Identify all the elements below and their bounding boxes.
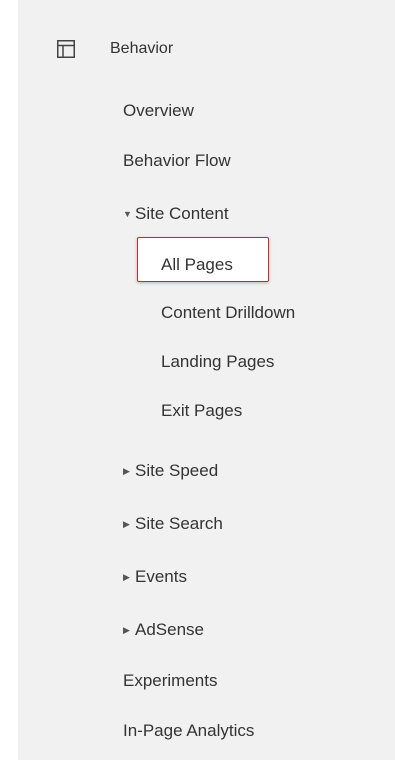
expanded-arrow-icon: ▼ <box>123 209 132 219</box>
menu-item-site-content[interactable]: ▼ Site Content <box>123 204 229 224</box>
sidebar-panel <box>18 0 395 760</box>
section-title-behavior[interactable]: Behavior <box>110 39 173 59</box>
collapsed-arrow-icon: ▶ <box>123 519 130 529</box>
menu-item-landing-pages[interactable]: Landing Pages <box>161 352 274 372</box>
collapsed-arrow-icon: ▶ <box>123 572 130 582</box>
menu-item-behavior-flow[interactable]: Behavior Flow <box>123 151 231 171</box>
collapsed-arrow-icon: ▶ <box>123 625 130 635</box>
menu-item-in-page-analytics[interactable]: In-Page Analytics <box>123 721 254 741</box>
menu-item-adsense[interactable]: ▶ AdSense <box>123 620 204 640</box>
menu-item-label: Site Search <box>135 514 223 533</box>
menu-item-overview[interactable]: Overview <box>123 101 194 121</box>
layout-icon <box>57 40 75 58</box>
menu-item-label: AdSense <box>135 620 204 639</box>
menu-item-exit-pages[interactable]: Exit Pages <box>161 401 242 421</box>
menu-item-label: Site Speed <box>135 461 219 480</box>
menu-item-label: Site Content <box>135 204 229 223</box>
menu-item-label: Events <box>135 567 187 586</box>
menu-item-all-pages[interactable]: All Pages <box>161 255 233 275</box>
menu-item-events[interactable]: ▶ Events <box>123 567 187 587</box>
menu-item-experiments[interactable]: Experiments <box>123 671 217 691</box>
menu-item-site-search[interactable]: ▶ Site Search <box>123 514 223 534</box>
menu-item-site-speed[interactable]: ▶ Site Speed <box>123 461 218 481</box>
collapsed-arrow-icon: ▶ <box>123 466 130 476</box>
menu-item-content-drilldown[interactable]: Content Drilldown <box>161 303 295 323</box>
